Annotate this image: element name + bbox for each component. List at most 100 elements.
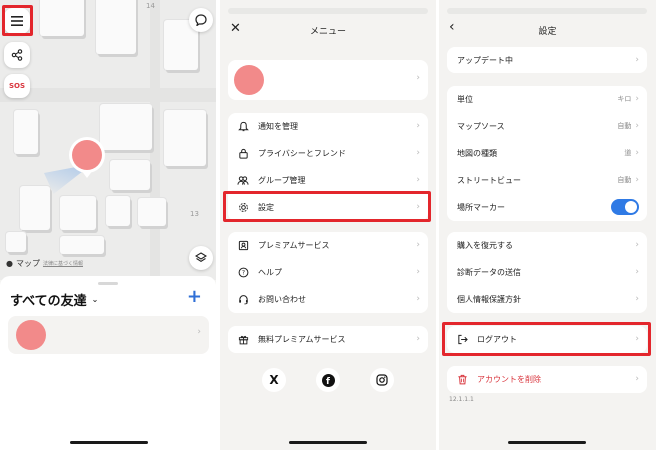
x-logo-icon: X xyxy=(269,373,279,387)
settings-item-value: キロ xyxy=(617,95,632,103)
user-location-avatar[interactable] xyxy=(72,140,102,170)
chevron-right-icon: › xyxy=(416,294,420,304)
settings-screen: ‹ 設定 アップデート中 › 単位 キロ › マップソース 自動 › 地図の種類… xyxy=(439,0,656,450)
sos-button[interactable]: SOS xyxy=(4,74,30,98)
friends-sheet: すべての友達 ⌄ + › xyxy=(0,276,216,450)
sheet-grabber[interactable] xyxy=(98,282,118,285)
settings-group-2: 購入を復元する › 診断データの送信 › 個人情報保護方針 › xyxy=(447,232,647,313)
settings-item-label: 診断データの送信 xyxy=(457,267,521,277)
menu-title: メニュー xyxy=(309,27,346,37)
menu-item-free-premium[interactable]: 無料プレミアムサービス › xyxy=(228,326,428,352)
map-layers-button[interactable] xyxy=(189,246,213,270)
settings-item-label: 単位 xyxy=(457,94,473,104)
menu-item-notifications[interactable]: 通知を管理 › xyxy=(228,113,428,139)
menu-item-label: プレミアムサービス xyxy=(258,240,330,250)
settings-item-label: 個人情報保護方針 xyxy=(457,294,521,304)
menu-screen: ✕ メニュー › 通知を管理 › プライバシーとフレンド › グループ管理 › xyxy=(220,0,436,450)
settings-title: 設定 xyxy=(538,27,557,37)
settings-item-diagnostics[interactable]: 診断データの送信 › xyxy=(447,259,647,285)
map-building xyxy=(40,0,84,36)
chevron-right-icon: › xyxy=(416,202,420,212)
chevron-right-icon: › xyxy=(635,240,639,250)
settings-item-location-marker: 場所マーカー xyxy=(447,194,647,220)
settings-item-label: 場所マーカー xyxy=(457,202,505,212)
group-icon xyxy=(236,173,250,187)
settings-item-label: マップソース xyxy=(457,121,505,131)
map-credit-brand: マップ xyxy=(15,259,40,268)
profile-card[interactable]: › xyxy=(228,60,428,100)
settings-item-label: 地図の種類 xyxy=(457,148,497,158)
menu-button[interactable] xyxy=(4,8,30,34)
friends-filter-dropdown[interactable]: すべての友達 ⌄ xyxy=(10,290,98,309)
menu-item-settings[interactable]: 設定 › xyxy=(228,194,428,220)
chevron-right-icon: › xyxy=(416,240,420,250)
settings-item-restore-purchase[interactable]: 購入を復元する › xyxy=(447,232,647,258)
settings-item-value: 自動 xyxy=(617,122,632,130)
location-marker-toggle[interactable] xyxy=(611,199,639,215)
map-building xyxy=(164,110,206,166)
settings-item-label: 購入を復元する xyxy=(457,240,513,250)
share-button[interactable] xyxy=(4,42,30,68)
map-road xyxy=(0,88,216,102)
menu-nav-bar: ✕ メニュー xyxy=(220,18,436,46)
chevron-right-icon: › xyxy=(416,267,420,277)
headset-icon xyxy=(236,292,250,306)
share-icon xyxy=(11,49,23,61)
menu-item-premium[interactable]: プレミアムサービス › xyxy=(228,232,428,258)
add-friend-button[interactable]: + xyxy=(187,286,202,307)
x-social-button[interactable]: X xyxy=(262,368,286,392)
lock-icon xyxy=(236,146,250,160)
settings-item-value: 自動 xyxy=(617,176,632,184)
svg-text:?: ? xyxy=(241,269,244,276)
location-pin-tip xyxy=(81,170,93,178)
settings-item-privacy-policy[interactable]: 個人情報保護方針 › xyxy=(447,286,647,312)
chat-button[interactable] xyxy=(189,8,213,32)
chevron-right-icon: › xyxy=(416,73,420,83)
menu-item-contact[interactable]: お問い合わせ › xyxy=(228,286,428,312)
chevron-right-icon: › xyxy=(635,267,639,277)
map-block-number: 13 xyxy=(190,210,199,218)
delete-account-button[interactable]: アカウントを削除 › xyxy=(447,366,647,392)
menu-item-help[interactable]: ? ヘルプ › xyxy=(228,259,428,285)
menu-item-privacy[interactable]: プライバシーとフレンド › xyxy=(228,140,428,166)
settings-item-update[interactable]: アップデート中 › xyxy=(447,47,647,73)
legal-link[interactable]: 法律に基づく情報 xyxy=(43,260,83,267)
chevron-right-icon: › xyxy=(635,148,639,158)
chevron-right-icon: › xyxy=(635,94,639,104)
help-icon: ? xyxy=(236,265,250,279)
menu-item-label: ヘルプ xyxy=(258,267,282,277)
settings-item-map-source[interactable]: マップソース 自動 › xyxy=(447,113,647,139)
layers-icon xyxy=(195,252,207,262)
facebook-button[interactable]: f xyxy=(316,368,340,392)
instagram-button[interactable] xyxy=(370,368,394,392)
trash-icon xyxy=(455,372,469,386)
settings-nav-bar: ‹ 設定 xyxy=(439,18,656,46)
chevron-right-icon: › xyxy=(635,55,639,65)
chevron-right-icon: › xyxy=(635,374,639,384)
home-indicator xyxy=(289,441,367,444)
map-credit: ● マップ 法律に基づく情報 xyxy=(6,258,83,269)
logout-button[interactable]: ログアウト › xyxy=(447,326,647,352)
menu-item-label: 通知を管理 xyxy=(258,121,298,131)
chevron-down-icon: ⌄ xyxy=(91,295,99,304)
profile-avatar xyxy=(234,65,264,95)
settings-item-map-type[interactable]: 地図の種類 道 › xyxy=(447,140,647,166)
friend-list-item[interactable]: › xyxy=(8,316,209,354)
apple-logo-icon: ● xyxy=(6,259,13,268)
settings-item-street-view[interactable]: ストリートビュー 自動 › xyxy=(447,167,647,193)
hamburger-icon xyxy=(11,16,23,26)
map-building xyxy=(60,236,104,254)
chevron-right-icon: › xyxy=(635,294,639,304)
menu-group-2: プレミアムサービス › ? ヘルプ › お問い合わせ › xyxy=(228,232,428,313)
home-indicator xyxy=(70,441,148,444)
settings-item-value: 道 xyxy=(624,149,632,157)
map-building xyxy=(100,104,152,150)
map-building xyxy=(106,196,130,226)
logout-card: ログアウト › xyxy=(447,326,647,353)
settings-item-units[interactable]: 単位 キロ › xyxy=(447,86,647,112)
map-view[interactable]: 14 13 ● マップ 法律に基づく情報 xyxy=(0,0,216,280)
map-building xyxy=(20,186,50,230)
menu-item-groups[interactable]: グループ管理 › xyxy=(228,167,428,193)
update-card: アップデート中 › xyxy=(447,47,647,73)
chevron-right-icon: › xyxy=(416,175,420,185)
